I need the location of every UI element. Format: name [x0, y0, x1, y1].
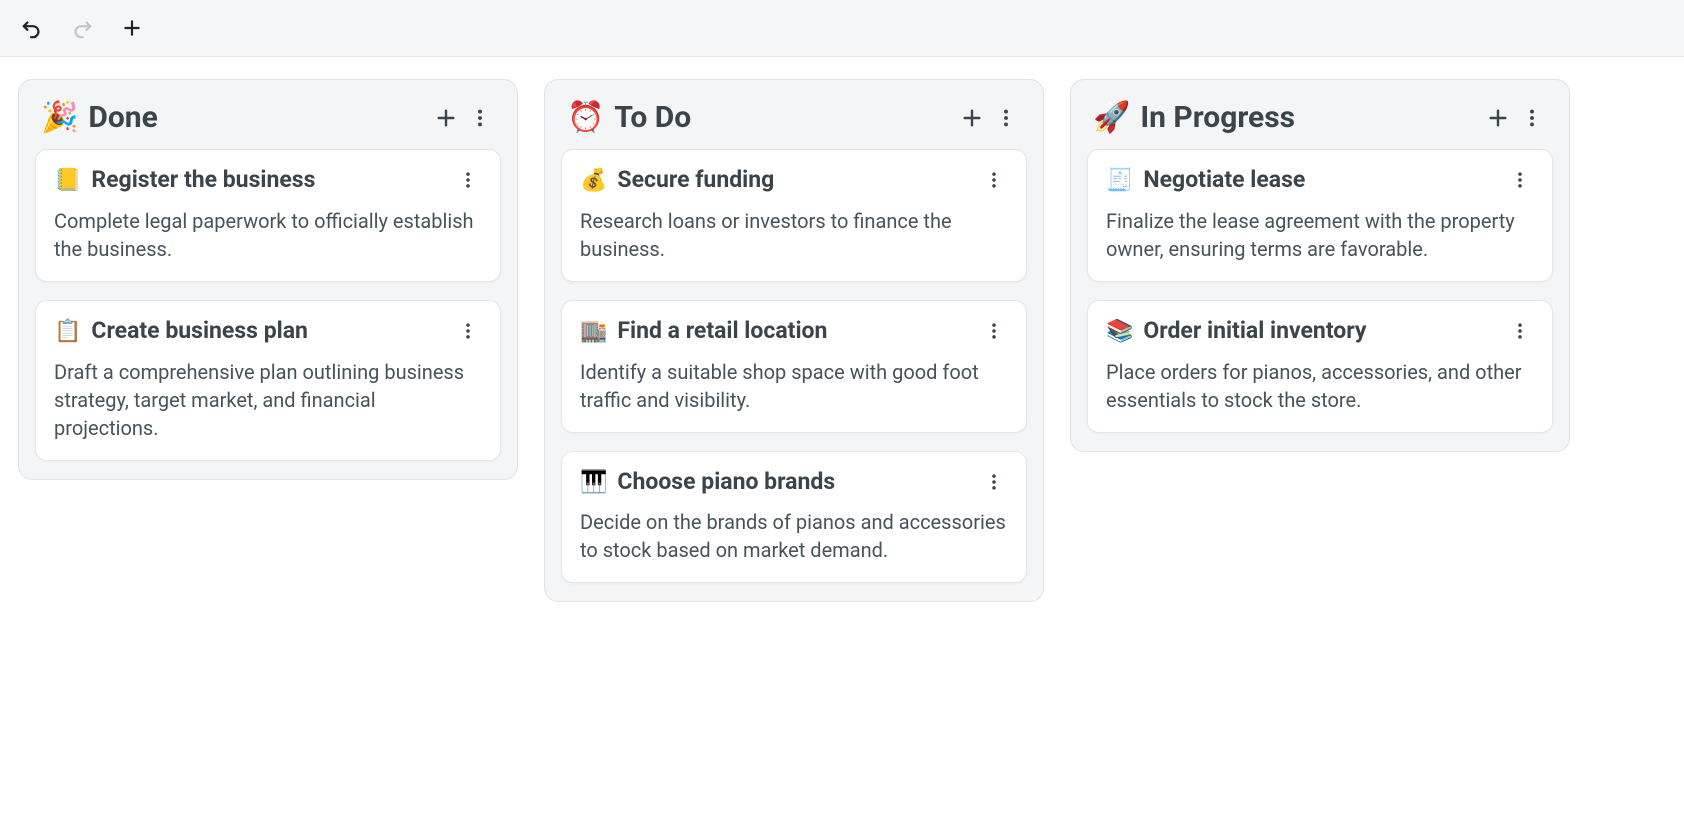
- card-emoji-icon: 🧾: [1106, 168, 1133, 193]
- column-emoji-icon: 🚀: [1093, 100, 1130, 135]
- card-header: 🎹 Choose piano brands: [580, 468, 1008, 497]
- card[interactable]: 🎹 Choose piano brands Decide on the brands…: [561, 451, 1027, 584]
- card-header: 📒 Register the business: [54, 166, 482, 195]
- add-card-button[interactable]: [429, 101, 463, 135]
- column: ⏰ To Do 💰 Secure funding Research loans or i…: [544, 79, 1044, 602]
- card-description: Identify a suitable shop space with good…: [580, 358, 1008, 414]
- card-title: Create business plan: [91, 317, 454, 346]
- column-menu-button[interactable]: [989, 101, 1023, 135]
- card-menu-button[interactable]: [980, 166, 1008, 194]
- column-emoji-icon: ⏰: [567, 100, 604, 135]
- column-header: ⏰ To Do: [561, 94, 1027, 149]
- card-header: 🧾 Negotiate lease: [1106, 166, 1534, 195]
- column: 🚀 In Progress 🧾 Negotiate lease Finalize the…: [1070, 79, 1570, 452]
- card-emoji-icon: 📒: [54, 168, 81, 193]
- card-list: 💰 Secure funding Research loans or investo…: [561, 149, 1027, 583]
- card-description: Place orders for pianos, accessories, an…: [1106, 358, 1534, 414]
- column: 🎉 Done 📒 Register the business Complete lega…: [18, 79, 518, 480]
- card-description: Research loans or investors to finance t…: [580, 207, 1008, 263]
- column-emoji-icon: 🎉: [41, 100, 78, 135]
- card-title: Register the business: [91, 166, 454, 195]
- card-menu-button[interactable]: [980, 468, 1008, 496]
- card-list: 📒 Register the business Complete legal pap…: [35, 149, 501, 461]
- add-card-button[interactable]: [955, 101, 989, 135]
- card-menu-button[interactable]: [454, 166, 482, 194]
- card[interactable]: 📒 Register the business Complete legal pap…: [35, 149, 501, 282]
- card[interactable]: 📚 Order initial inventory Place orders for…: [1087, 300, 1553, 433]
- card-header: 💰 Secure funding: [580, 166, 1008, 195]
- column-header: 🎉 Done: [35, 94, 501, 149]
- card-emoji-icon: 📚: [1106, 319, 1133, 344]
- card-title: Order initial inventory: [1143, 317, 1506, 346]
- card-title: Secure funding: [617, 166, 980, 195]
- column-title: Done: [88, 100, 429, 135]
- column-menu-button[interactable]: [1515, 101, 1549, 135]
- card-menu-button[interactable]: [1506, 166, 1534, 194]
- card-menu-button[interactable]: [1506, 317, 1534, 345]
- redo-button[interactable]: [68, 14, 96, 42]
- card-emoji-icon: 📋: [54, 319, 81, 344]
- card-title: Negotiate lease: [1143, 166, 1506, 195]
- card-header: 📚 Order initial inventory: [1106, 317, 1534, 346]
- kanban-board: 🎉 Done 📒 Register the business Complete lega…: [0, 57, 1684, 624]
- card[interactable]: 🏬 Find a retail location Identify a suitab…: [561, 300, 1027, 433]
- card[interactable]: 💰 Secure funding Research loans or investo…: [561, 149, 1027, 282]
- card-description: Complete legal paperwork to officially e…: [54, 207, 482, 263]
- card[interactable]: 🧾 Negotiate lease Finalize the lease agree…: [1087, 149, 1553, 282]
- card-emoji-icon: 🏬: [580, 319, 607, 344]
- add-card-button[interactable]: [1481, 101, 1515, 135]
- card-header: 📋 Create business plan: [54, 317, 482, 346]
- column-title: To Do: [614, 100, 955, 135]
- undo-button[interactable]: [18, 14, 46, 42]
- column-menu-button[interactable]: [463, 101, 497, 135]
- card-title: Find a retail location: [617, 317, 980, 346]
- column-title: In Progress: [1140, 100, 1481, 135]
- card-description: Draft a comprehensive plan outlining bus…: [54, 358, 482, 442]
- card-emoji-icon: 💰: [580, 168, 607, 193]
- card-description: Decide on the brands of pianos and acces…: [580, 508, 1008, 564]
- card-menu-button[interactable]: [454, 317, 482, 345]
- card-list: 🧾 Negotiate lease Finalize the lease agree…: [1087, 149, 1553, 433]
- card[interactable]: 📋 Create business plan Draft a comprehensi…: [35, 300, 501, 461]
- card-title: Choose piano brands: [617, 468, 980, 497]
- add-column-button[interactable]: [118, 14, 146, 42]
- toolbar: [0, 0, 1684, 57]
- card-emoji-icon: 🎹: [580, 470, 607, 495]
- card-description: Finalize the lease agreement with the pr…: [1106, 207, 1534, 263]
- card-menu-button[interactable]: [980, 317, 1008, 345]
- card-header: 🏬 Find a retail location: [580, 317, 1008, 346]
- column-header: 🚀 In Progress: [1087, 94, 1553, 149]
